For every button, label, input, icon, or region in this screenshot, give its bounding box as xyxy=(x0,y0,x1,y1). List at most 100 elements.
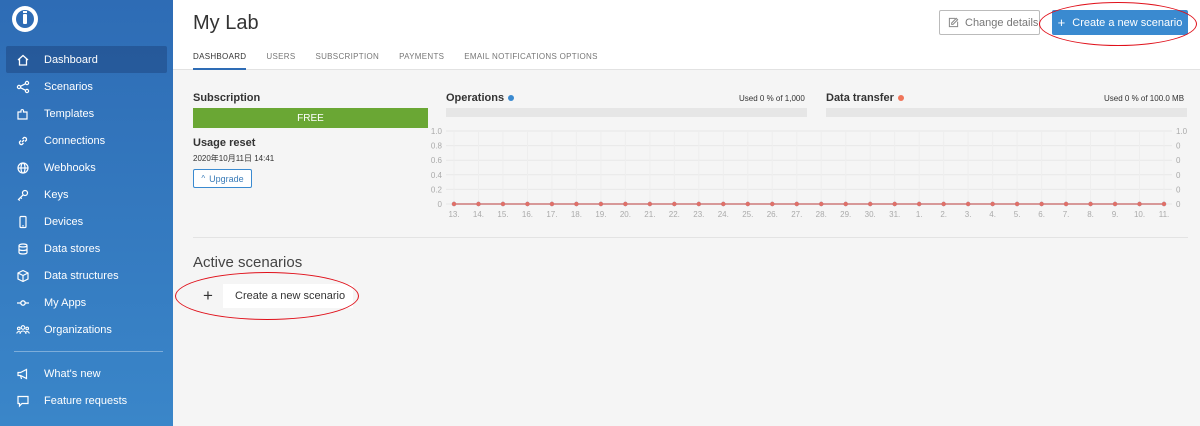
data-point xyxy=(1014,201,1020,207)
sidebar-item-scenarios[interactable]: Scenarios xyxy=(6,73,167,100)
data-point xyxy=(794,201,799,207)
sidebar-item-organizations[interactable]: Organizations xyxy=(6,316,167,343)
data-point xyxy=(623,201,628,207)
create-scenario-button[interactable]: + Create a new scenario xyxy=(1052,10,1188,35)
data-transfer-label: Data transfer xyxy=(826,92,904,104)
data-point xyxy=(1039,201,1044,207)
sidebar-item-label: Data stores xyxy=(44,242,101,255)
x-tick-label: 28. xyxy=(816,210,827,219)
x-tick-label: 6. xyxy=(1038,210,1045,219)
change-details-label: Change details xyxy=(965,16,1039,29)
y-tick-left: 0.4 xyxy=(431,171,443,180)
data-point xyxy=(892,201,897,207)
data-point xyxy=(819,201,824,207)
data-point xyxy=(1063,201,1069,207)
database-icon xyxy=(18,242,28,255)
y-tick-left: 0.6 xyxy=(431,156,443,165)
data-point xyxy=(672,201,677,207)
sidebar-item-label: My Apps xyxy=(44,296,87,309)
sidebar-item-keys[interactable]: Keys xyxy=(6,181,167,208)
sidebar-item-data-stores[interactable]: Data stores xyxy=(6,235,167,262)
tab-users[interactable]: USERS xyxy=(266,48,295,70)
plus-icon: + xyxy=(1057,15,1066,30)
link-icon xyxy=(18,136,28,145)
x-tick-label: 30. xyxy=(865,210,876,219)
data-point xyxy=(916,201,922,207)
x-tick-label: 8. xyxy=(1087,210,1094,219)
create-new-scenario-tile[interactable]: + Create a new scenario xyxy=(193,284,359,308)
y-tick-right: 0 xyxy=(1176,200,1181,209)
x-tick-label: 15. xyxy=(497,210,508,219)
tab-bar: DASHBOARD USERS SUBSCRIPTION PAYMENTS EM… xyxy=(193,48,618,70)
data-point xyxy=(990,201,995,207)
x-tick-label: 11. xyxy=(1159,210,1170,219)
data-point xyxy=(476,201,481,207)
sidebar: Dashboard Scenarios Templates Connection… xyxy=(0,0,173,426)
x-tick-label: 23. xyxy=(693,210,704,219)
globe-icon xyxy=(17,161,29,174)
key-icon xyxy=(17,189,29,201)
sidebar-item-label: Keys xyxy=(44,188,69,201)
operations-usage: Used 0 % of 1,000 xyxy=(739,94,805,103)
operations-legend-dot xyxy=(508,95,515,101)
y-tick-right: 0 xyxy=(1176,171,1181,180)
sidebar-item-label: Scenarios xyxy=(44,80,93,93)
sidebar-item-label: Data structures xyxy=(44,269,119,282)
data-point xyxy=(598,201,604,207)
x-tick-label: 25. xyxy=(742,210,753,219)
operations-usage-bar xyxy=(446,108,807,117)
sidebar-item-templates[interactable]: Templates xyxy=(6,100,167,127)
data-point xyxy=(843,201,848,207)
users-icon xyxy=(16,324,30,334)
sidebar-item-connections[interactable]: Connections xyxy=(6,127,167,154)
data-point xyxy=(941,201,946,207)
x-tick-label: 1. xyxy=(916,210,923,219)
sidebar-item-my-apps[interactable]: My Apps xyxy=(6,289,167,316)
x-tick-label: 21. xyxy=(644,210,655,219)
power-logo-icon xyxy=(16,10,34,28)
sidebar-item-label: Devices xyxy=(44,215,84,228)
sidebar-item-label: Feature requests xyxy=(44,394,128,407)
y-tick-right: 1.0 B xyxy=(1176,127,1190,136)
data-transfer-usage-bar xyxy=(826,108,1187,117)
app-logo[interactable] xyxy=(12,6,38,32)
upgrade-button[interactable]: ^ Upgrade xyxy=(193,169,252,188)
data-point xyxy=(696,201,702,207)
tab-payments[interactable]: PAYMENTS xyxy=(399,48,444,70)
tab-dashboard[interactable]: DASHBOARD xyxy=(193,48,247,70)
x-tick-label: 5. xyxy=(1014,210,1021,219)
y-tick-left: 0.2 xyxy=(431,185,443,194)
operations-title: Operations xyxy=(446,92,505,104)
usage-chart: 1.0 1.0 B 0.8 0 0.6 0 0.4 0 0.2 0 0 0 13. 14. 15. 16. 17… xyxy=(431,127,1190,219)
edit-icon xyxy=(948,17,959,28)
data-point xyxy=(1161,201,1167,207)
y-tick-left: 0.8 xyxy=(431,142,443,151)
sidebar-item-feature-requests[interactable]: Feature requests xyxy=(6,387,167,414)
sidebar-item-whats-new[interactable]: What's new xyxy=(6,360,167,387)
data-transfer-legend-dot xyxy=(897,95,904,101)
tab-subscription[interactable]: SUBSCRIPTION xyxy=(315,48,379,70)
sidebar-item-webhooks[interactable]: Webhooks xyxy=(6,154,167,181)
sidebar-item-label: Connections xyxy=(44,134,106,147)
usage-reset-label: Usage reset xyxy=(193,137,256,149)
x-tick-label: 20. xyxy=(620,210,631,219)
puzzle-icon xyxy=(17,108,28,120)
plan-badge: FREE xyxy=(193,108,428,128)
data-point xyxy=(500,201,506,207)
change-details-button[interactable]: Change details xyxy=(939,10,1040,35)
y-tick-right: 0 xyxy=(1176,156,1181,165)
sidebar-item-data-structures[interactable]: Data structures xyxy=(6,262,167,289)
data-point xyxy=(451,201,457,207)
x-tick-label: 26. xyxy=(767,210,778,219)
sidebar-item-dashboard[interactable]: Dashboard xyxy=(6,46,167,73)
operations-label: Operations xyxy=(446,92,515,104)
data-point xyxy=(549,201,555,207)
tab-email-notifications[interactable]: EMAIL NOTIFICATIONS OPTIONS xyxy=(464,48,597,70)
x-tick-label: 10. xyxy=(1134,210,1145,219)
sidebar-item-label: Templates xyxy=(44,107,95,120)
data-point xyxy=(1112,201,1118,207)
sidebar-item-label: What's new xyxy=(44,367,101,380)
x-tick-label: 18. xyxy=(571,210,582,219)
x-tick-label: 16. xyxy=(522,210,533,219)
sidebar-item-devices[interactable]: Devices xyxy=(6,208,167,235)
